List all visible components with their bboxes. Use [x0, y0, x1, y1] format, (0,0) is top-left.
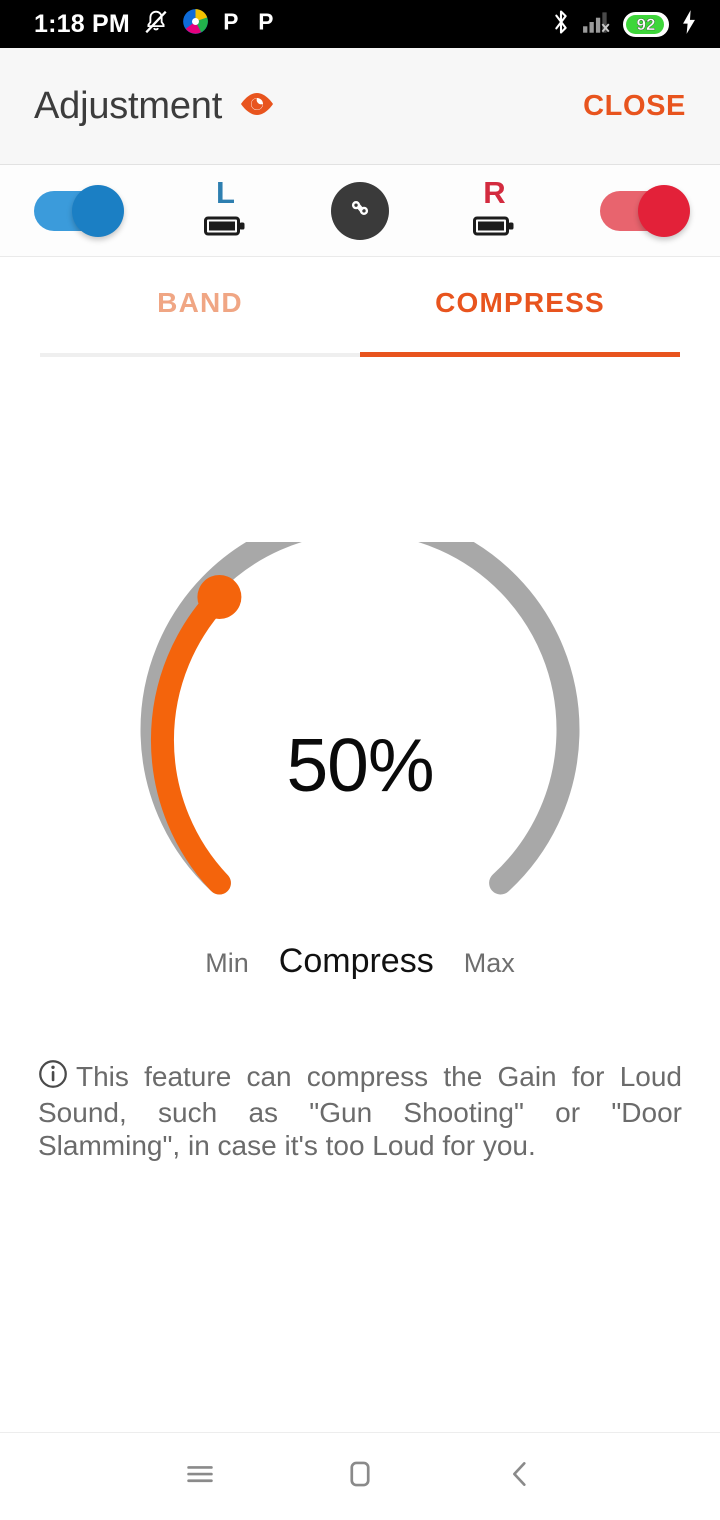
status-time: 1:18 PM	[34, 9, 130, 38]
chain-link-icon	[343, 191, 377, 230]
notifications-muted-icon	[143, 9, 169, 40]
tab-band-label: BAND	[157, 287, 243, 318]
status-bar: 1:18 PM P P 92	[0, 0, 720, 48]
battery-full-icon	[203, 213, 248, 244]
rounded-square-icon	[343, 1461, 377, 1495]
bluetooth-icon	[551, 8, 571, 41]
back-button[interactable]	[503, 1457, 537, 1496]
close-button[interactable]: CLOSE	[583, 90, 686, 123]
compress-gauge[interactable]: 50% Min Compress Max	[0, 542, 720, 1012]
tab-compress[interactable]: COMPRESS	[360, 257, 680, 357]
home-button[interactable]	[343, 1457, 377, 1496]
android-nav-bar	[0, 1432, 720, 1520]
hamburger-icon	[183, 1466, 217, 1495]
tab-active-indicator	[360, 352, 680, 357]
tab-compress-label: COMPRESS	[435, 287, 605, 318]
info-circle-icon	[38, 1059, 68, 1097]
app-bar-left: Adjustment	[34, 85, 276, 128]
info-text: This feature can compress the Gain for L…	[38, 1061, 682, 1161]
status-bar-left: 1:18 PM P P	[34, 8, 279, 40]
tab-bar: BAND COMPRESS	[0, 257, 720, 357]
toggle-knob	[72, 184, 124, 237]
charging-bolt-icon	[680, 9, 698, 40]
recents-button[interactable]	[183, 1457, 217, 1496]
right-channel-label: R	[483, 175, 506, 210]
gauge-labels: Min Compress Max	[0, 942, 720, 981]
eye-icon[interactable]	[238, 89, 276, 124]
p-app-icon: P	[257, 8, 279, 40]
right-device-status: R	[472, 175, 517, 244]
gauge-thumb	[197, 575, 242, 619]
right-device-toggle[interactable]	[600, 184, 690, 237]
battery-icon: 92	[623, 11, 669, 37]
signal-no-sim-icon	[582, 9, 612, 40]
svg-text:P: P	[223, 9, 238, 35]
pinwheel-app-icon	[182, 8, 209, 40]
battery-level: 92	[636, 14, 656, 34]
gauge-value: 50%	[286, 723, 434, 807]
tab-band[interactable]: BAND	[40, 257, 360, 357]
device-bar: L R	[0, 165, 720, 257]
link-devices-button[interactable]	[331, 181, 389, 240]
status-bar-right: 92	[551, 8, 698, 41]
left-device-toggle[interactable]	[34, 184, 124, 237]
toggle-knob	[638, 184, 690, 237]
p-app-icon: P	[222, 8, 244, 40]
gauge-max-label: Max	[463, 948, 515, 978]
app-bar: Adjustment CLOSE	[0, 48, 720, 165]
chevron-left-icon	[503, 1462, 537, 1495]
gauge-min-label: Min	[205, 948, 249, 978]
info-text-block: This feature can compress the Gain for L…	[38, 1059, 682, 1162]
svg-text:P: P	[258, 9, 273, 35]
gauge-name-label: Compress	[278, 942, 434, 980]
page-title: Adjustment	[34, 84, 223, 127]
left-device-status: L	[203, 175, 248, 244]
battery-full-icon	[472, 213, 517, 244]
left-channel-label: L	[216, 175, 235, 210]
